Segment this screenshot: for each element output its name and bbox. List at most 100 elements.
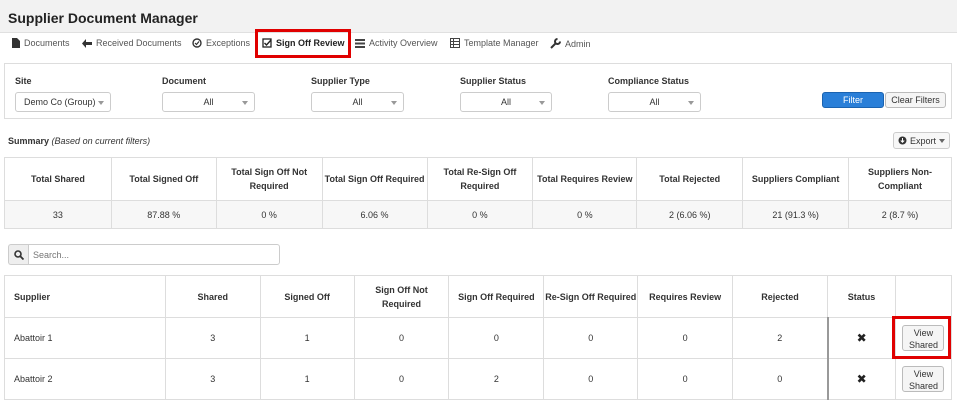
document-value: All (203, 97, 214, 107)
table-row: Abattoir 2 3 1 0 2 0 0 0 ✖ View Shared (4, 358, 953, 400)
chevron-down-icon (391, 101, 397, 105)
column-header[interactable]: Supplier (4, 275, 166, 318)
status-cell: ✖ (826, 358, 896, 400)
summary-header: Total Shared (4, 157, 112, 201)
rejected-cell: 0 (732, 358, 828, 400)
supplier-type-select[interactable]: All (311, 92, 404, 112)
summary-value: 0 % (215, 200, 323, 229)
required-cell: 0 (448, 317, 545, 359)
summary-value: 2 (8.7 %) (848, 200, 952, 229)
chevron-down-icon (98, 101, 104, 105)
summary-header: Suppliers Compliant (742, 157, 850, 201)
search-bar (8, 244, 280, 265)
circle-arrow-icon (898, 136, 907, 145)
summary-value: 33 (4, 200, 112, 229)
column-header[interactable]: Sign Off Required (448, 275, 545, 318)
chevron-down-icon (242, 101, 248, 105)
nav-documents[interactable]: Documents (12, 38, 70, 48)
document-select[interactable]: All (162, 92, 255, 112)
column-header[interactable]: Sign Off Not Required (353, 275, 450, 318)
column-header[interactable]: Shared (164, 275, 261, 318)
summary-heading: Summary (Based on current filters) (8, 136, 150, 146)
chevron-down-icon (688, 101, 694, 105)
rejected-cell: 2 (732, 317, 828, 359)
supplier-type-value: All (352, 97, 363, 107)
summary-value: 87.88 % (110, 200, 217, 229)
summary-header: Total Signed Off (110, 157, 217, 201)
summary-subtitle: (Based on current filters) (51, 136, 151, 146)
site-value: Demo Co (Group) (24, 97, 96, 107)
summary-header: Total Sign Off Required (321, 157, 428, 201)
search-icon[interactable] (8, 244, 28, 265)
column-header[interactable]: Requires Review (637, 275, 734, 318)
clear-filters-button[interactable]: Clear Filters (885, 92, 946, 108)
search-input[interactable] (28, 244, 280, 265)
column-header-actions (894, 275, 953, 318)
not-required-cell: 0 (353, 317, 450, 359)
supplier-name: Abattoir 2 (4, 358, 166, 400)
compliance-status-label: Compliance Status (608, 76, 690, 86)
app-title: Supplier Document Manager (8, 10, 198, 26)
nav-exceptions-label: Exceptions (206, 38, 251, 48)
arrow-left-icon (82, 38, 92, 48)
nav-received-documents[interactable]: Received Documents (82, 38, 182, 48)
filter-panel: Site Demo Co (Group) Document All Suppli… (4, 63, 952, 119)
summary-table: Total Shared Total Signed Off Total Sign… (4, 157, 952, 229)
file-icon (12, 38, 20, 48)
filter-button[interactable]: Filter (822, 92, 884, 108)
export-label: Export (909, 135, 936, 146)
summary-value: 0 % (532, 200, 638, 229)
signed-off-cell: 1 (259, 358, 355, 400)
review-cell: 0 (637, 317, 734, 359)
table-row: Abattoir 1 3 1 0 0 0 0 2 ✖ View Shared (4, 317, 953, 359)
summary-header: Suppliers Non-Compliant (848, 157, 952, 201)
action-cell: View Shared (894, 358, 953, 400)
list-icon (355, 38, 365, 48)
view-shared-button[interactable]: View Shared (902, 325, 945, 351)
wrench-icon (550, 38, 561, 49)
summary-header: Total Re-Sign Off Required (426, 157, 534, 201)
nav-template-label: Template Manager (464, 38, 539, 48)
supplier-name: Abattoir 1 (4, 317, 166, 359)
site-select[interactable]: Demo Co (Group) (15, 92, 111, 112)
title-bar: Supplier Document Manager (0, 0, 957, 33)
shared-cell: 3 (164, 358, 261, 400)
supplier-status-label: Supplier Status (460, 76, 527, 86)
column-header[interactable]: Signed Off (259, 275, 355, 318)
summary-values-row: 33 87.88 % 0 % 6.06 % 0 % 0 % 2 (6.06 %)… (4, 200, 952, 229)
compliance-status-value: All (649, 97, 660, 107)
summary-title: Summary (8, 136, 50, 146)
document-label: Document (162, 76, 207, 86)
not-required-cell: 0 (353, 358, 450, 400)
nav-sign-off-review[interactable]: Sign Off Review (262, 38, 345, 48)
nav-activity-overview[interactable]: Activity Overview (355, 38, 438, 48)
required-cell: 2 (448, 358, 545, 400)
view-shared-button[interactable]: View Shared (902, 366, 945, 392)
summary-value: 21 (91.3 %) (742, 200, 850, 229)
table-icon (450, 38, 460, 48)
nav-template-manager[interactable]: Template Manager (450, 38, 539, 48)
column-header[interactable]: Rejected (732, 275, 828, 318)
column-header[interactable]: Re-Sign Off Required (543, 275, 639, 318)
supplier-status-select[interactable]: All (460, 92, 552, 112)
nav-admin-label: Admin (565, 38, 591, 49)
summary-value: 0 % (426, 200, 534, 229)
summary-header-row: Total Shared Total Signed Off Total Sign… (4, 157, 952, 201)
nav-activity-label: Activity Overview (369, 38, 438, 48)
summary-value: 6.06 % (321, 200, 428, 229)
column-header[interactable]: Status (827, 275, 896, 318)
nav-received-label: Received Documents (96, 38, 182, 48)
supplier-table: Supplier Shared Signed Off Sign Off Not … (4, 275, 953, 400)
check-circle-icon (192, 38, 202, 48)
summary-header: Total Rejected (636, 157, 744, 201)
x-mark-icon: ✖ (856, 331, 867, 345)
nav-exceptions[interactable]: Exceptions (192, 38, 250, 48)
export-button[interactable]: Export (893, 132, 950, 149)
nav-admin[interactable]: Admin (550, 38, 591, 49)
shared-cell: 3 (164, 317, 261, 359)
status-cell: ✖ (826, 317, 896, 359)
action-cell: View Shared (894, 317, 953, 359)
summary-value: 2 (6.06 %) (636, 200, 744, 229)
compliance-status-select[interactable]: All (608, 92, 701, 112)
site-label: Site (15, 76, 32, 86)
